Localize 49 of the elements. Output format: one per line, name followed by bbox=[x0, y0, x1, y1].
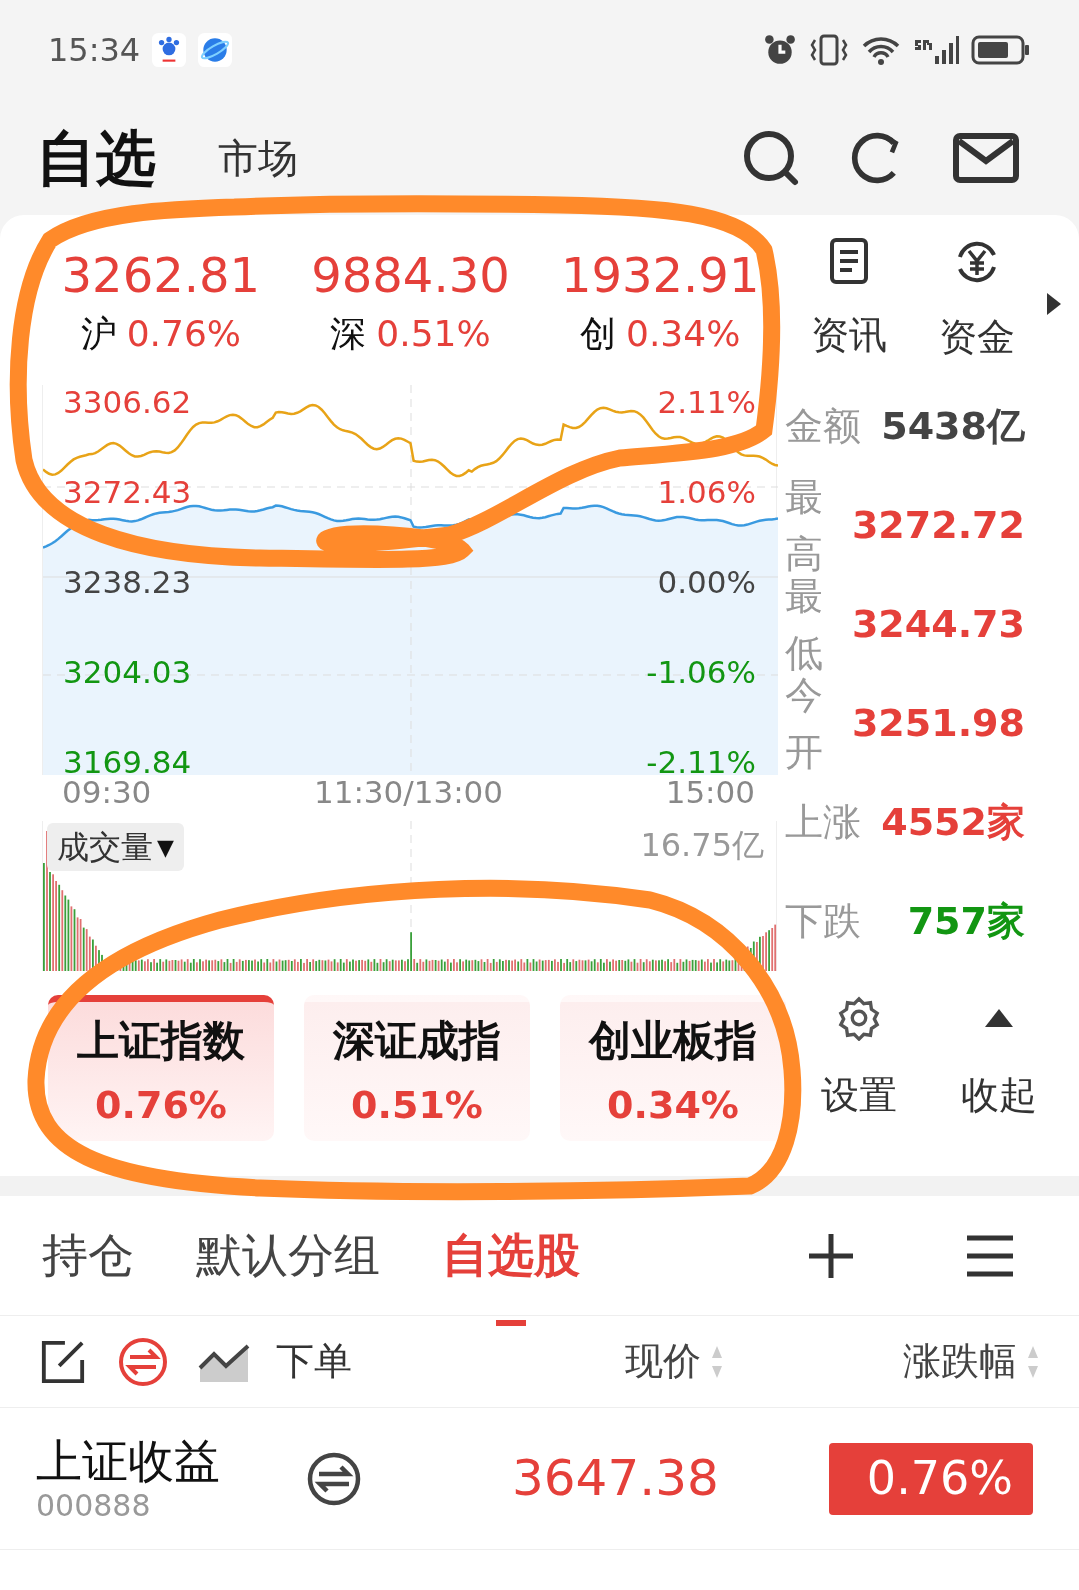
index-name: 沪 bbox=[80, 312, 117, 356]
stock-price: 3647.38 bbox=[512, 1448, 719, 1509]
column-header[interactable]: 现价 bbox=[625, 1333, 723, 1390]
axis-label: 3238.23 bbox=[63, 565, 192, 599]
index-change: 0.34% bbox=[626, 312, 741, 356]
stat-label: 上涨 bbox=[785, 799, 861, 846]
axis-label: 3306.62 bbox=[63, 385, 192, 419]
index-change: 0.51% bbox=[376, 312, 491, 356]
axis-label: 0.00% bbox=[657, 565, 756, 599]
index-card[interactable]: 深证成指 0.51% bbox=[304, 995, 530, 1141]
axis-label: -1.06% bbox=[646, 655, 756, 689]
volume-max: 16.75亿 bbox=[640, 825, 764, 866]
side-tab[interactable]: 资金 bbox=[913, 237, 1041, 377]
axis-label: 3272.43 bbox=[63, 475, 192, 509]
index-card[interactable]: 上证指数 0.76% bbox=[48, 995, 274, 1141]
column-header[interactable]: 涨跌幅 bbox=[903, 1333, 1039, 1390]
axis-label: 3204.03 bbox=[63, 655, 192, 689]
change-badge: 0.76% bbox=[829, 1442, 1033, 1515]
group-tab[interactable]: 持仓 bbox=[42, 1221, 134, 1290]
stat-value: 757家 bbox=[907, 898, 1025, 945]
volume-selector[interactable]: 成交量▼ bbox=[47, 823, 184, 871]
stat-value: 3251.98 bbox=[851, 700, 1025, 747]
stat-value: 5438亿 bbox=[881, 403, 1025, 450]
group-tab[interactable]: 自选股 bbox=[442, 1221, 580, 1290]
index-value: 3262.81 bbox=[61, 246, 261, 305]
status-time: 15:34 bbox=[48, 30, 141, 71]
panel-action[interactable]: 设置 bbox=[809, 995, 909, 1124]
group-tab[interactable]: 默认分组 bbox=[196, 1221, 380, 1290]
index-card[interactable]: 创业板指 0.34% bbox=[560, 995, 786, 1141]
stat-value: 4552家 bbox=[881, 799, 1025, 846]
axis-label: 1.06% bbox=[657, 475, 756, 509]
side-tab[interactable]: 资讯 bbox=[785, 237, 913, 377]
stat-value: 3272.72 bbox=[851, 502, 1025, 549]
stat-value: 3244.73 bbox=[851, 601, 1025, 648]
header-tab[interactable]: 市场 bbox=[218, 127, 298, 188]
stat-label: 金额 bbox=[785, 403, 861, 450]
index-name: 深 bbox=[330, 312, 367, 356]
index-value: 9884.30 bbox=[311, 246, 510, 305]
index-value: 1932.91 bbox=[560, 246, 760, 305]
stat-label: 下跌 bbox=[785, 898, 861, 945]
index-change: 0.76% bbox=[126, 312, 241, 356]
order-button[interactable]: 下单 bbox=[276, 1333, 352, 1390]
stock-code: 000888 bbox=[36, 1487, 152, 1524]
time-label: 11:30/13:00 bbox=[313, 775, 504, 809]
axis-label: 2.11% bbox=[657, 385, 756, 419]
panel-action[interactable]: 收起 bbox=[949, 995, 1049, 1124]
header-tab[interactable]: 自选 bbox=[36, 112, 156, 203]
index-name: 创 bbox=[580, 312, 616, 356]
stock-name: 上证收益 bbox=[36, 1433, 221, 1488]
